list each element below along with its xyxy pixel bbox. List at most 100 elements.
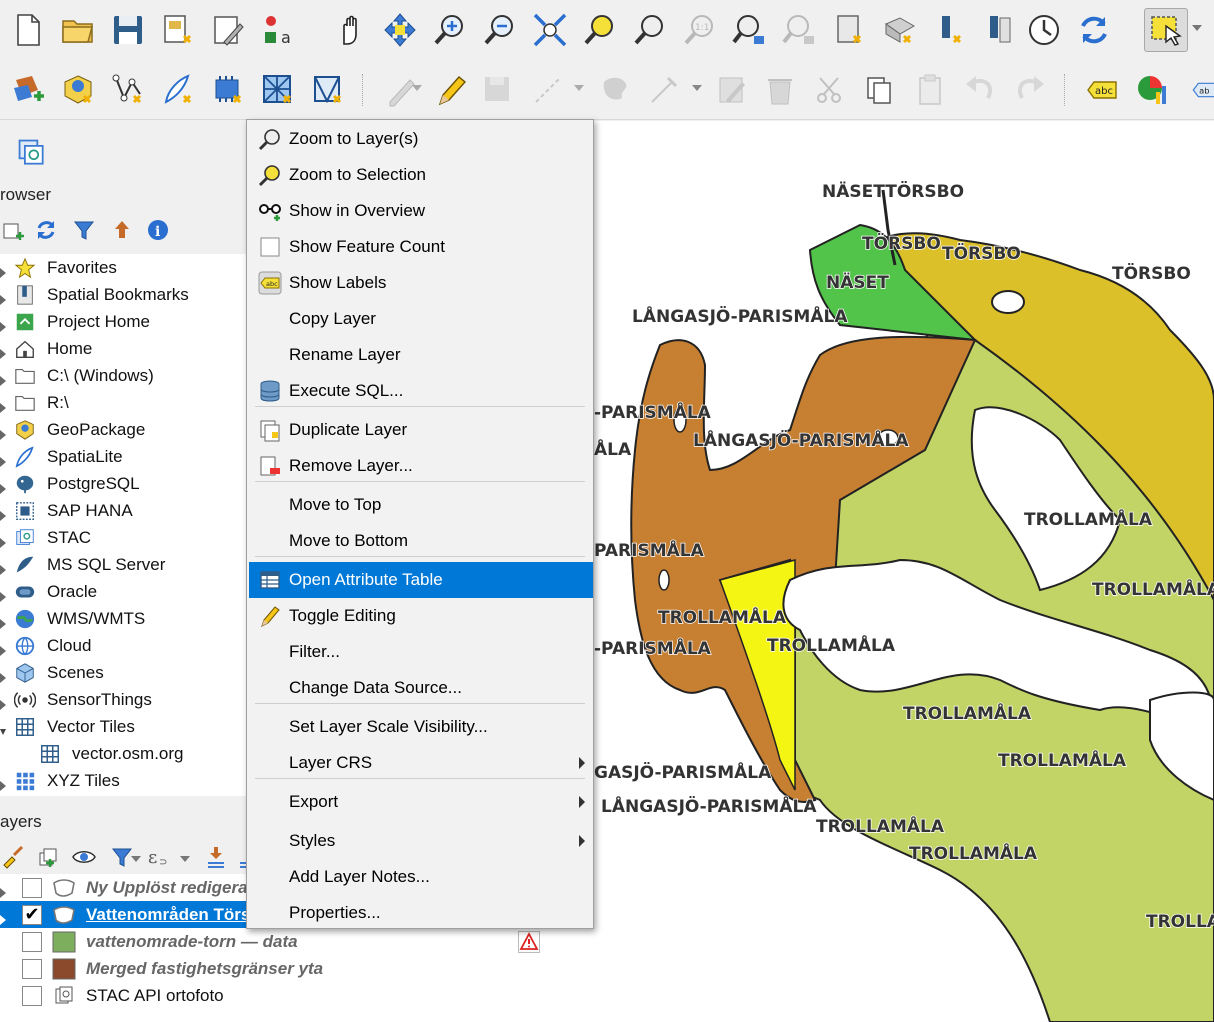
refresh-icon[interactable] bbox=[1072, 8, 1116, 52]
browser-item[interactable]: WMS/WMTS bbox=[0, 605, 248, 632]
menu-item-zoom-to-layer-s[interactable]: Zoom to Layer(s) bbox=[249, 121, 593, 157]
new-temp-layer-icon[interactable] bbox=[206, 68, 250, 112]
menu-item-duplicate-layer[interactable]: Duplicate Layer bbox=[249, 412, 593, 448]
toggle-editing-icon[interactable] bbox=[428, 68, 472, 112]
browser-item[interactable]: vector.osm.org bbox=[0, 740, 248, 767]
modify-attributes-icon[interactable] bbox=[710, 68, 754, 112]
browser-item[interactable]: PostgreSQL bbox=[0, 470, 248, 497]
new-bookmark-icon[interactable] bbox=[828, 8, 872, 52]
pan-to-selection-icon[interactable] bbox=[378, 8, 422, 52]
zoom-in-icon[interactable] bbox=[428, 8, 472, 52]
redo-icon[interactable] bbox=[1008, 68, 1052, 112]
new-spatialite-layer-icon[interactable] bbox=[156, 68, 200, 112]
manage-visibility-icon[interactable] bbox=[70, 843, 98, 871]
expand-arrow-icon[interactable] bbox=[0, 722, 6, 735]
zoom-last-icon[interactable] bbox=[728, 8, 772, 52]
expand-arrow-icon[interactable] bbox=[0, 614, 6, 629]
expand-arrow-icon[interactable] bbox=[0, 371, 6, 386]
zoom-next-icon[interactable] bbox=[778, 8, 822, 52]
new-print-layout-icon[interactable] bbox=[156, 8, 200, 52]
zoom-native-icon[interactable]: 1:1 bbox=[678, 8, 722, 52]
menu-item-show-in-overview[interactable]: Show in Overview bbox=[249, 193, 593, 229]
expand-arrow-icon[interactable] bbox=[0, 533, 6, 548]
menu-item-export[interactable]: Export bbox=[249, 784, 593, 820]
layer-item[interactable]: STAC API ortofoto bbox=[0, 982, 548, 1009]
expand-arrow-icon[interactable] bbox=[0, 479, 6, 494]
expand-arrow-icon[interactable] bbox=[0, 425, 6, 440]
browser-item[interactable]: Vector Tiles bbox=[0, 713, 248, 740]
expand-arrow-icon[interactable] bbox=[0, 452, 6, 467]
browser-info-icon[interactable]: i bbox=[144, 216, 172, 244]
menu-item-remove-layer[interactable]: Remove Layer... bbox=[249, 448, 593, 484]
browser-item[interactable]: Spatial Bookmarks bbox=[0, 281, 248, 308]
expand-arrow-icon[interactable] bbox=[0, 560, 6, 575]
expand-arrow-icon[interactable] bbox=[0, 263, 6, 278]
expand-arrow-icon[interactable] bbox=[0, 290, 6, 305]
label-toolbar-icon[interactable]: abc bbox=[1080, 68, 1124, 112]
browser-item[interactable]: C:\ (Windows) bbox=[0, 362, 248, 389]
menu-item-set-layer-scale-visibility[interactable]: Set Layer Scale Visibility... bbox=[249, 709, 593, 745]
pan-icon[interactable] bbox=[328, 8, 372, 52]
menu-item-execute-sql[interactable]: Execute SQL... bbox=[249, 373, 593, 409]
show-bookmarks-icon[interactable] bbox=[878, 8, 922, 52]
expand-arrow-icon[interactable] bbox=[0, 587, 6, 602]
menu-item-properties[interactable]: Properties... bbox=[249, 895, 593, 931]
copy-features-icon[interactable] bbox=[858, 68, 902, 112]
vertex-tool-icon[interactable] bbox=[642, 68, 686, 112]
expand-arrow-icon[interactable] bbox=[0, 910, 6, 925]
menu-item-open-attribute-table[interactable]: Open Attribute Table bbox=[249, 562, 593, 598]
browser-item[interactable]: Scenes bbox=[0, 659, 248, 686]
expand-arrow-icon[interactable] bbox=[0, 344, 6, 359]
menu-item-styles[interactable]: Styles bbox=[249, 823, 593, 859]
map-canvas[interactable]: NÄSETTÖRSBO TÖRSBO TÖRSBO TÖRSBO NÄSET L… bbox=[548, 121, 1214, 1022]
zoom-to-selection-icon[interactable] bbox=[578, 8, 622, 52]
expand-arrow-icon[interactable] bbox=[0, 883, 6, 898]
menu-item-change-data-source[interactable]: Change Data Source... bbox=[249, 670, 593, 706]
new-3d-map-icon[interactable] bbox=[978, 8, 1022, 52]
layer-diagram-icon[interactable] bbox=[1130, 68, 1174, 112]
expand-arrow-icon[interactable] bbox=[0, 668, 6, 683]
layer-item[interactable]: vattenomrade-torn — data bbox=[0, 928, 548, 955]
browser-item[interactable]: SensorThings bbox=[0, 686, 248, 713]
browser-item[interactable]: MS SQL Server bbox=[0, 551, 248, 578]
expand-all-icon[interactable] bbox=[202, 843, 230, 871]
menu-item-copy-layer[interactable]: Copy Layer bbox=[249, 301, 593, 337]
temporal-controller-icon[interactable] bbox=[1022, 8, 1066, 52]
browser-item[interactable]: SAP HANA bbox=[0, 497, 248, 524]
browser-add-icon[interactable] bbox=[0, 216, 28, 244]
save-project-icon[interactable] bbox=[106, 8, 150, 52]
layer-visibility-checkbox[interactable]: ✔ bbox=[22, 904, 42, 925]
browser-collapse-icon[interactable] bbox=[108, 216, 136, 244]
zoom-to-layer-icon[interactable] bbox=[628, 8, 672, 52]
menu-item-move-to-top[interactable]: Move to Top bbox=[249, 487, 593, 523]
browser-item[interactable]: SpatiaLite bbox=[0, 443, 248, 470]
zoom-out-icon[interactable] bbox=[478, 8, 522, 52]
expand-arrow-icon[interactable] bbox=[0, 695, 6, 710]
panel-options-icon[interactable] bbox=[14, 135, 50, 171]
expand-arrow-icon[interactable] bbox=[0, 641, 6, 656]
open-project-icon[interactable] bbox=[56, 8, 100, 52]
add-group-icon[interactable] bbox=[34, 843, 62, 871]
vertex-dropdown[interactable] bbox=[692, 85, 702, 91]
expand-arrow-icon[interactable] bbox=[0, 317, 6, 332]
label-toolbar2-icon[interactable]: ab bbox=[1190, 68, 1214, 112]
current-edits-dropdown[interactable] bbox=[412, 85, 422, 91]
add-polygon-icon[interactable] bbox=[592, 68, 636, 112]
expand-arrow-icon[interactable] bbox=[0, 776, 6, 791]
layer-styling-icon[interactable] bbox=[0, 843, 28, 871]
digitize-icon[interactable] bbox=[526, 68, 570, 112]
new-project-icon[interactable] bbox=[6, 8, 50, 52]
menu-item-toggle-editing[interactable]: Toggle Editing bbox=[249, 598, 593, 634]
select-features-icon[interactable] bbox=[1144, 8, 1188, 52]
menu-item-zoom-to-selection[interactable]: Zoom to Selection bbox=[249, 157, 593, 193]
new-mesh-layer-icon[interactable] bbox=[306, 68, 350, 112]
browser-item[interactable]: Cloud bbox=[0, 632, 248, 659]
style-manager-icon[interactable] bbox=[206, 8, 250, 52]
browser-item[interactable]: R:\ bbox=[0, 389, 248, 416]
menu-item-show-feature-count[interactable]: Show Feature Count bbox=[249, 229, 593, 265]
browser-filter-icon[interactable] bbox=[70, 216, 98, 244]
menu-item-layer-crs[interactable]: Layer CRS bbox=[249, 745, 593, 781]
menu-item-move-to-bottom[interactable]: Move to Bottom bbox=[249, 523, 593, 559]
new-geopackage-layer-icon[interactable] bbox=[56, 68, 100, 112]
warning-icon[interactable] bbox=[518, 931, 540, 953]
